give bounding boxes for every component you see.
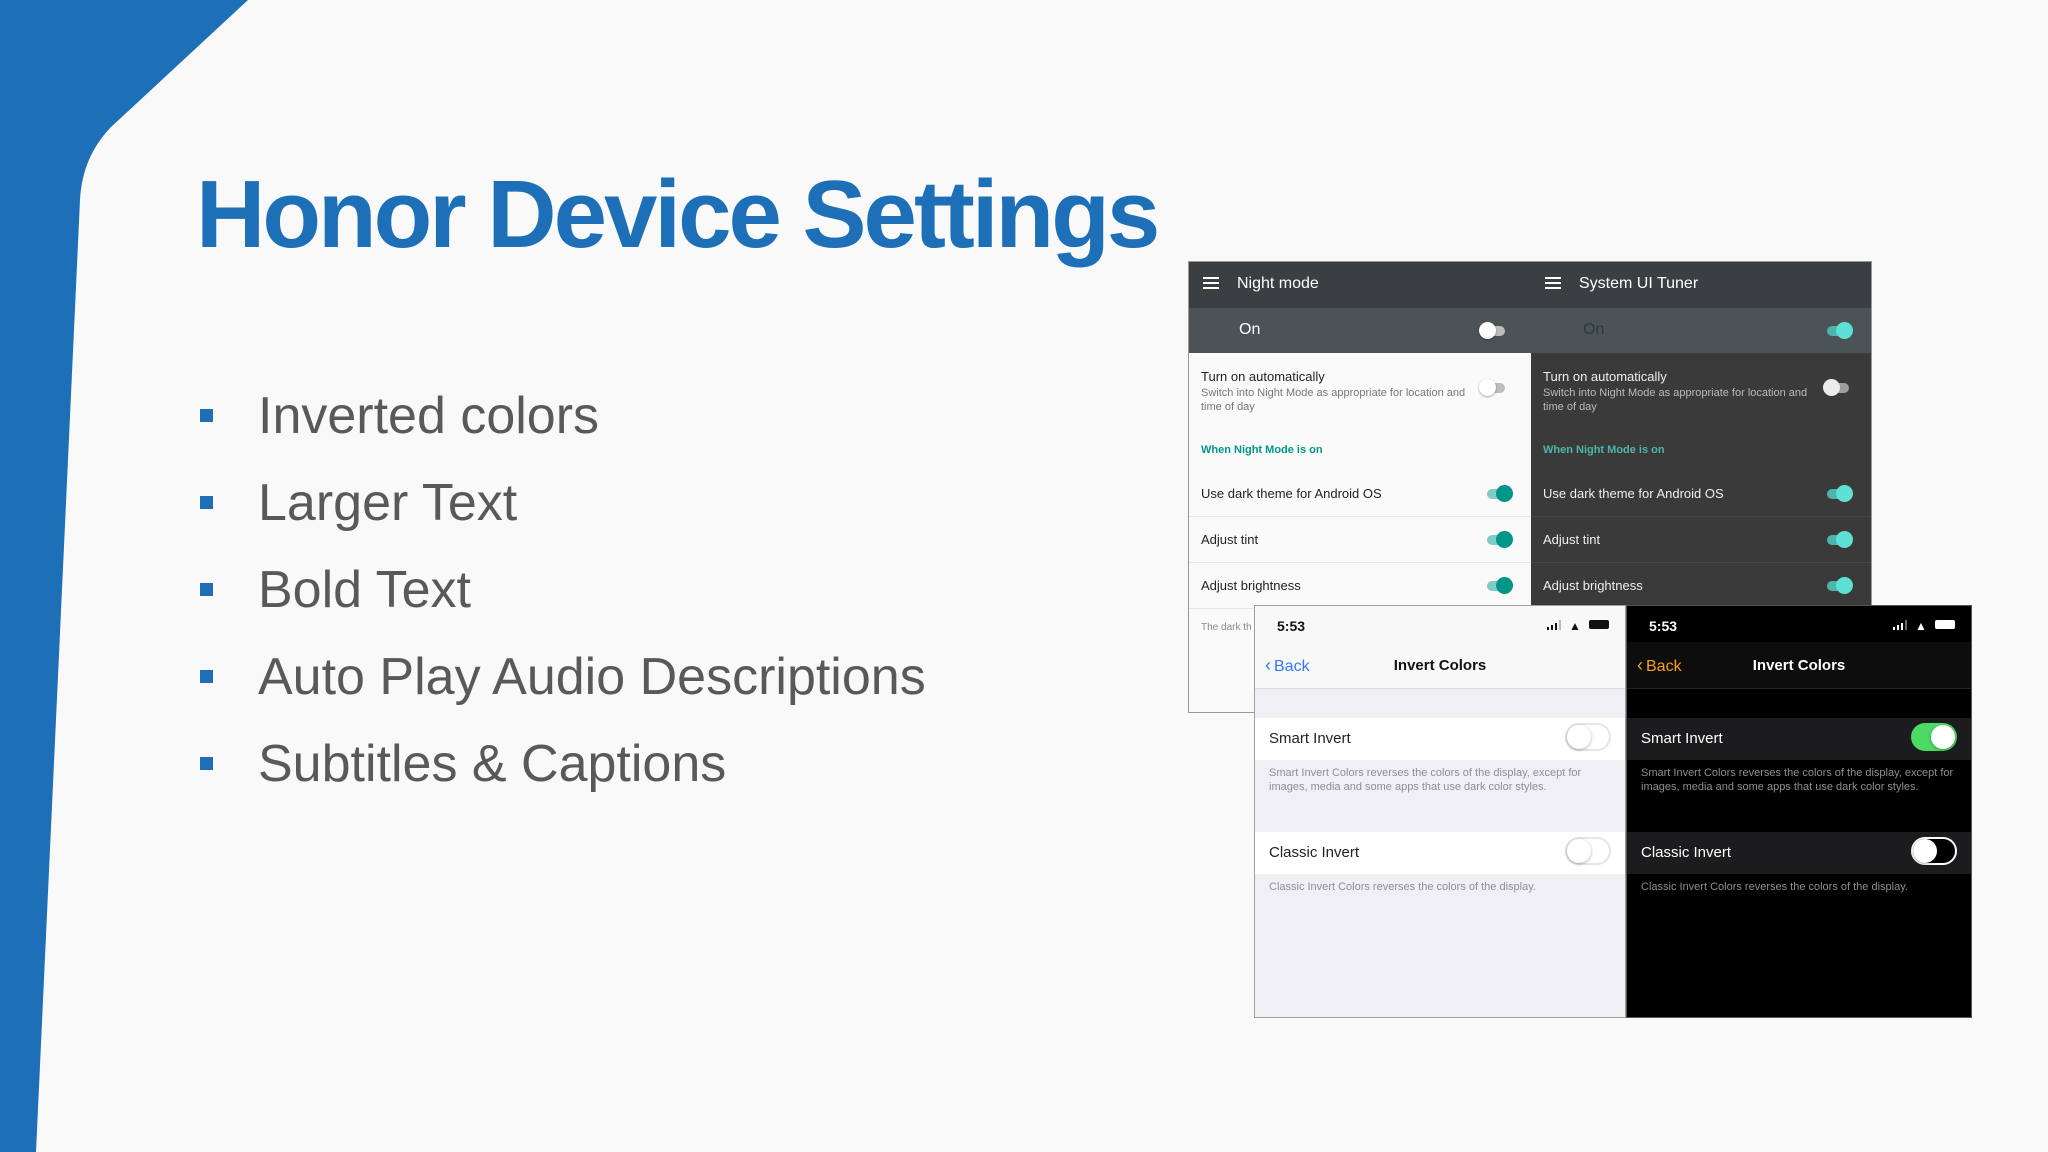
classic-invert-row[interactable]: Classic Invert xyxy=(1255,832,1625,874)
master-switch-bar[interactable]: On xyxy=(1531,308,1871,353)
setting-row-dark-theme[interactable]: Use dark theme for Android OS xyxy=(1189,471,1531,517)
adjust-brightness-toggle[interactable] xyxy=(1487,577,1513,594)
auto-setting-description: Switch into Night Mode as appropriate fo… xyxy=(1543,387,1808,413)
bullet-square-icon xyxy=(200,670,213,683)
app-bar-title: System UI Tuner xyxy=(1579,275,1699,292)
classic-invert-toggle[interactable] xyxy=(1565,837,1611,865)
status-icons: ▲ xyxy=(1547,619,1609,633)
master-switch-label: On xyxy=(1583,321,1605,338)
navigation-bar: ‹ Back Invert Colors xyxy=(1255,642,1625,689)
smart-invert-row[interactable]: Smart Invert xyxy=(1627,718,1971,760)
section-header: When Night Mode is on xyxy=(1543,444,1665,456)
nav-title: Invert Colors xyxy=(1393,657,1487,674)
menu-icon[interactable] xyxy=(1203,277,1219,289)
setting-row-label: Use dark theme for Android OS xyxy=(1543,486,1724,501)
status-time: 5:53 xyxy=(1277,618,1306,634)
battery-icon xyxy=(1935,620,1955,629)
signal-icon xyxy=(1893,620,1907,630)
bullet-list: Inverted colors Larger Text Bold Text Au… xyxy=(196,383,926,818)
menu-icon[interactable] xyxy=(1545,277,1561,289)
setting-row-adjust-brightness[interactable]: Adjust brightness xyxy=(1189,563,1531,609)
adjust-tint-toggle[interactable] xyxy=(1827,531,1853,548)
classic-invert-toggle[interactable] xyxy=(1911,837,1957,865)
smart-invert-toggle[interactable] xyxy=(1565,723,1611,751)
classic-invert-label: Classic Invert xyxy=(1641,844,1732,861)
master-toggle[interactable] xyxy=(1827,322,1853,339)
smart-invert-row[interactable]: Smart Invert xyxy=(1255,718,1625,760)
setting-row-adjust-tint[interactable]: Adjust tint xyxy=(1189,517,1531,563)
smart-invert-toggle[interactable] xyxy=(1911,723,1957,751)
app-bar: Night mode xyxy=(1189,262,1531,308)
master-toggle[interactable] xyxy=(1479,322,1505,339)
auto-setting-row[interactable]: Turn on automatically Switch into Night … xyxy=(1531,353,1871,433)
dark-theme-toggle[interactable] xyxy=(1827,485,1853,502)
setting-row-dark-theme[interactable]: Use dark theme for Android OS xyxy=(1531,471,1871,517)
master-switch-bar[interactable]: On xyxy=(1189,308,1531,353)
auto-setting-title: Turn on automatically xyxy=(1543,369,1667,384)
bullet-item: Larger Text xyxy=(196,470,926,557)
classic-invert-label: Classic Invert xyxy=(1269,844,1360,861)
auto-toggle[interactable] xyxy=(1479,379,1505,396)
smart-invert-label: Smart Invert xyxy=(1269,730,1351,747)
bullet-square-icon xyxy=(200,757,213,770)
status-icons: ▲ xyxy=(1893,619,1955,633)
setting-row-adjust-tint[interactable]: Adjust tint xyxy=(1531,517,1871,563)
classic-invert-row[interactable]: Classic Invert xyxy=(1627,832,1971,874)
app-bar-title: Night mode xyxy=(1237,275,1319,292)
classic-invert-description: Classic Invert Colors reverses the color… xyxy=(1269,881,1536,893)
bullet-item: Inverted colors xyxy=(196,383,926,470)
bullet-square-icon xyxy=(200,409,213,422)
auto-toggle[interactable] xyxy=(1823,379,1849,396)
adjust-tint-toggle[interactable] xyxy=(1487,531,1513,548)
master-switch-label: On xyxy=(1239,321,1261,338)
setting-row-label: Adjust brightness xyxy=(1543,578,1643,593)
smart-invert-description: Smart Invert Colors reverses the colors … xyxy=(1641,767,1954,793)
setting-row-adjust-brightness[interactable]: Adjust brightness xyxy=(1531,563,1871,609)
auto-setting-description: Switch into Night Mode as appropriate fo… xyxy=(1201,387,1466,413)
dark-theme-toggle[interactable] xyxy=(1487,485,1513,502)
adjust-brightness-toggle[interactable] xyxy=(1827,577,1853,594)
status-time: 5:53 xyxy=(1649,618,1678,634)
ios-dark-panel: 5:53 ▲ ‹ Back Invert Colors Smart Invert … xyxy=(1626,605,1972,1018)
bullet-item: Bold Text xyxy=(196,557,926,644)
bullet-item: Auto Play Audio Descriptions xyxy=(196,644,926,731)
signal-icon xyxy=(1547,620,1561,630)
battery-icon xyxy=(1589,620,1609,629)
wifi-icon: ▲ xyxy=(1915,619,1927,633)
nav-title: Invert Colors xyxy=(1752,657,1846,674)
bullet-square-icon xyxy=(200,583,213,596)
ios-invert-colors-screenshot: 5:53 ▲ ‹ Back Invert Colors Smart Invert … xyxy=(1254,605,1974,1018)
status-bar: 5:53 ▲ xyxy=(1627,606,1971,642)
classic-invert-description: Classic Invert Colors reverses the color… xyxy=(1641,881,1908,893)
app-bar: System UI Tuner xyxy=(1531,262,1871,308)
auto-setting-row[interactable]: Turn on automatically Switch into Night … xyxy=(1189,353,1531,433)
smart-invert-label: Smart Invert xyxy=(1641,730,1723,747)
ios-light-panel: 5:53 ▲ ‹ Back Invert Colors Smart Invert … xyxy=(1254,605,1626,1018)
section-header: When Night Mode is on xyxy=(1201,444,1323,456)
status-bar: 5:53 ▲ xyxy=(1255,606,1625,642)
auto-setting-title: Turn on automatically xyxy=(1201,369,1325,384)
slide-title: Honor Device Settings xyxy=(196,161,1160,268)
setting-row-label: Use dark theme for Android OS xyxy=(1201,486,1382,501)
wifi-icon: ▲ xyxy=(1569,619,1581,633)
setting-row-label: Adjust brightness xyxy=(1201,578,1301,593)
setting-row-label: Adjust tint xyxy=(1543,532,1601,547)
bullet-item: Subtitles & Captions xyxy=(196,731,926,818)
setting-row-label: Adjust tint xyxy=(1201,532,1259,547)
bullet-square-icon xyxy=(200,496,213,509)
navigation-bar: ‹ Back Invert Colors xyxy=(1627,642,1971,689)
smart-invert-description: Smart Invert Colors reverses the colors … xyxy=(1269,767,1582,793)
